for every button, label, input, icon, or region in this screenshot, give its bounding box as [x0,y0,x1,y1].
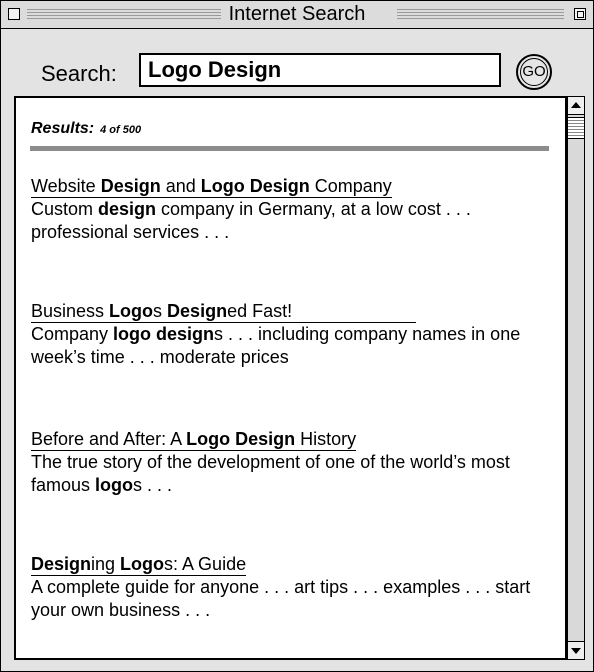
result-item: Before and After: A Logo Design History … [31,428,551,497]
title-bar[interactable]: Internet Search [1,1,593,29]
results-header: Results: 4 of 500 [31,120,141,138]
result-title-link[interactable]: Before and After: A Logo Design History [31,429,357,451]
go-button-label: GO [522,63,546,80]
search-window: Internet Search Search: GO Results: 4 of … [0,0,594,672]
result-item: Designing Logos: A Guide A complete guid… [31,553,551,622]
results-pane: Results: 4 of 500 Website Design and Logo… [14,96,567,660]
title-bar-stripes [27,9,225,20]
zoom-box[interactable] [574,8,586,20]
result-title-link[interactable]: Website Design and Logo Design Company [31,176,392,198]
result-snippet: Custom design company in Germany, at a l… [31,199,471,242]
search-toolbar: Search: GO [1,29,593,95]
result-snippet: Company logo designs . . . including com… [31,324,521,367]
result-title-link[interactable]: Designing Logos: A Guide [31,554,247,576]
window-edge [585,96,593,660]
result-snippet: A complete guide for anyone . . . art ti… [31,577,531,620]
title-bar-stripes [397,9,564,20]
results-label: Results: [31,120,95,137]
scroll-up-arrow-icon[interactable] [568,97,584,115]
go-button[interactable]: GO [516,54,552,90]
results-divider [30,146,549,151]
results-count: 4 of 500 [100,124,142,136]
result-title-link[interactable]: Business Logos Designed Fast! [31,301,416,323]
close-box[interactable] [8,8,20,20]
result-item: Business Logos Designed Fast! Company lo… [31,300,551,369]
scroll-down-arrow-icon[interactable] [568,641,584,659]
vertical-scrollbar[interactable] [567,96,585,660]
scroll-thumb[interactable] [568,117,584,139]
result-item: Website Design and Logo Design Company C… [31,175,551,244]
search-label: Search: [41,61,117,86]
result-snippet: The true story of the development of one… [31,452,510,495]
search-input[interactable] [139,53,501,87]
